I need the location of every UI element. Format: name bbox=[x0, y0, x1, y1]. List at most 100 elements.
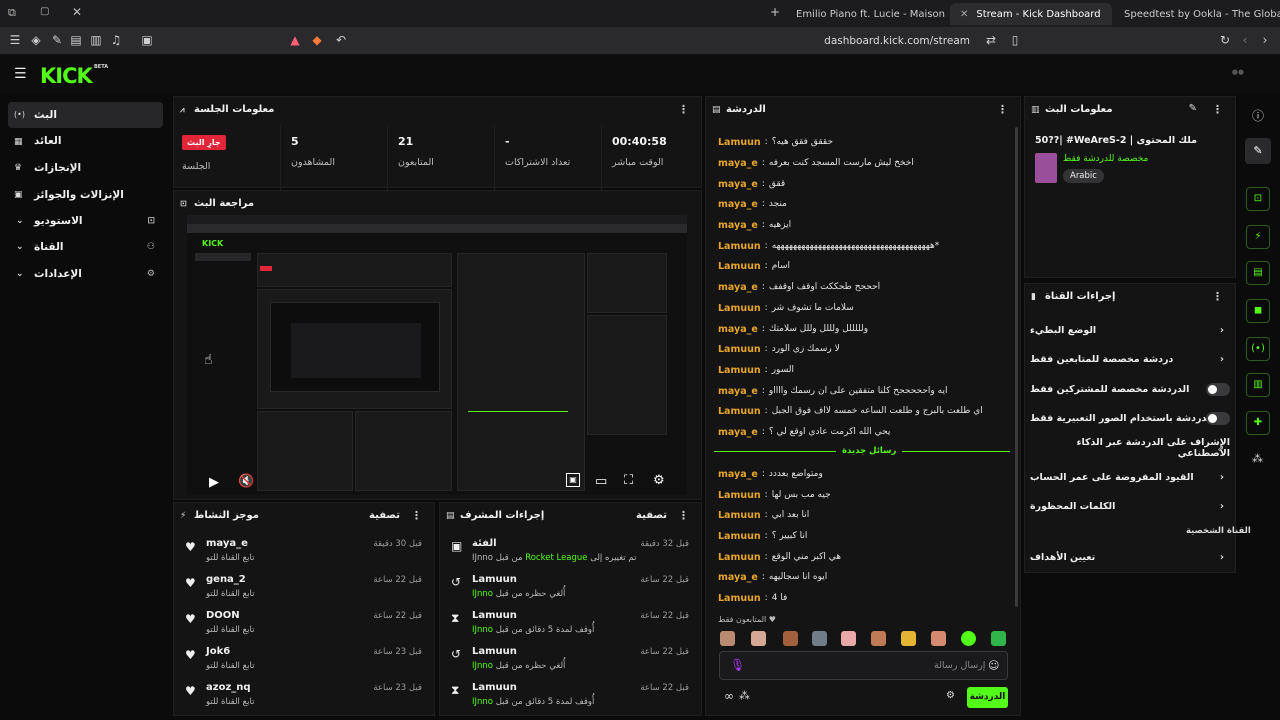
play-icon[interactable]: ▶ bbox=[209, 475, 219, 490]
tabs-icon[interactable]: ▤ bbox=[69, 33, 83, 47]
tab-youtube[interactable]: Emilio Piano ft. Lucie - Maison - YouT bbox=[786, 3, 946, 25]
microphone-icon[interactable]: 🎙 bbox=[730, 658, 745, 672]
hub-icon[interactable]: ⁂ bbox=[739, 689, 750, 702]
chat-username[interactable]: maya_e bbox=[718, 199, 758, 210]
emote-2[interactable] bbox=[751, 631, 766, 646]
chat-username[interactable]: maya_e bbox=[718, 179, 758, 190]
emoji-icon[interactable]: ☺ bbox=[988, 659, 999, 672]
account-age-row[interactable]: القيود المفروضة على عمر الحساب › bbox=[1030, 467, 1230, 487]
new-tab-icon[interactable]: + bbox=[770, 5, 780, 19]
close-tab-icon[interactable]: ✕ bbox=[960, 9, 968, 20]
slow-mode-row[interactable]: الوضع البطيء › bbox=[1030, 320, 1230, 340]
sidebar-item-settings[interactable]: ⌄ الإعدادات ⚙ bbox=[8, 261, 163, 287]
emote-6[interactable] bbox=[871, 631, 886, 646]
filter-button[interactable]: تصفية bbox=[636, 510, 667, 521]
edit-pencil-icon[interactable]: ✎ bbox=[1189, 103, 1197, 114]
mod-action-highlight[interactable]: IJnno bbox=[472, 697, 493, 707]
rail-broadcast-button[interactable]: (•) bbox=[1246, 337, 1270, 361]
chat-username[interactable]: maya_e bbox=[718, 469, 758, 480]
rail-activity-button[interactable]: ⚡ bbox=[1246, 225, 1270, 249]
more-options-icon[interactable]: ⋮ bbox=[1212, 290, 1223, 303]
chat-username[interactable]: maya_e bbox=[718, 572, 758, 583]
activity-username[interactable]: Jok6 bbox=[206, 646, 230, 657]
chat-username[interactable]: maya_e bbox=[718, 386, 758, 397]
extension-icon[interactable]: ✎ bbox=[50, 33, 64, 47]
emote-1[interactable] bbox=[720, 631, 735, 646]
settings-gear-icon[interactable]: ⚙ bbox=[653, 473, 665, 488]
chat-username[interactable]: Lamuun bbox=[718, 261, 761, 272]
subscribers-only-toggle[interactable] bbox=[1206, 382, 1230, 396]
more-options-icon[interactable]: ⋮ bbox=[678, 509, 689, 522]
stream-video-player[interactable]: KICK ▶ 🔇 ▣ ▭ ⛶ ⚙ bbox=[187, 215, 687, 495]
chat-username[interactable]: Lamuun bbox=[718, 490, 761, 501]
chat-username[interactable]: Lamuun bbox=[718, 510, 761, 521]
ai-moderation-row[interactable]: الإشراف على الدردشة عبر الذكاء الاصطناعي… bbox=[1030, 437, 1230, 459]
address-bar[interactable]: dashboard.kick.com/stream bbox=[280, 30, 1030, 51]
mod-action-highlight[interactable]: IJnno bbox=[472, 661, 493, 671]
tab-kick-dashboard[interactable]: ✕ Stream - Kick Dashboard bbox=[950, 3, 1112, 25]
emotes-only-toggle[interactable] bbox=[1206, 411, 1230, 425]
hamburger-menu-icon[interactable]: ☰ bbox=[14, 66, 27, 82]
chat-username[interactable]: Lamuun bbox=[718, 303, 761, 314]
mod-action-highlight[interactable]: Rocket League bbox=[525, 553, 587, 563]
emote-7[interactable] bbox=[901, 631, 916, 646]
chat-username[interactable]: Lamuun bbox=[718, 593, 761, 604]
chat-scrollbar[interactable] bbox=[1015, 127, 1018, 607]
theater-mode-icon[interactable]: ▭ bbox=[595, 474, 607, 489]
activity-username[interactable]: azoz_nq bbox=[206, 682, 251, 693]
emote-4[interactable] bbox=[812, 631, 827, 646]
sidebar-item-revenue[interactable]: العائد bbox=[8, 128, 163, 154]
user-avatar[interactable]: ●● bbox=[1232, 68, 1244, 76]
emote-3[interactable] bbox=[783, 631, 798, 646]
chat-username[interactable]: Lamuun bbox=[718, 344, 761, 355]
sidebar-item-stream[interactable]: البث bbox=[8, 102, 163, 128]
chat-username[interactable]: Lamuun bbox=[718, 406, 761, 417]
mod-action-title[interactable]: Lamuun bbox=[472, 682, 517, 693]
info-circle-icon[interactable]: ⓘ bbox=[1252, 107, 1264, 124]
mod-action-highlight[interactable]: IJnno bbox=[472, 625, 493, 635]
window-menu-icon[interactable]: ⧉ bbox=[8, 6, 16, 20]
forward-icon[interactable]: › bbox=[1258, 33, 1272, 47]
reader-icon[interactable]: ▣ bbox=[140, 33, 154, 47]
activity-username[interactable]: maya_e bbox=[206, 538, 248, 549]
kick-logo[interactable]: KICK bbox=[40, 64, 93, 88]
mod-action-title[interactable]: Lamuun bbox=[472, 646, 517, 657]
picture-in-picture-icon[interactable]: ▣ bbox=[566, 473, 580, 487]
reload-icon[interactable]: ↻ bbox=[1218, 33, 1232, 47]
mute-icon[interactable]: 🔇 bbox=[238, 474, 254, 489]
panel-icon[interactable]: ▥ bbox=[89, 33, 103, 47]
chat-username[interactable]: Lamuun bbox=[718, 137, 761, 148]
emote-5[interactable] bbox=[841, 631, 856, 646]
close-window-icon[interactable]: ✕ bbox=[72, 5, 82, 19]
shield-icon[interactable]: ◈ bbox=[29, 33, 43, 47]
chat-username[interactable]: Lamuun bbox=[718, 365, 761, 376]
chat-username[interactable]: maya_e bbox=[718, 220, 758, 231]
rail-preview-button[interactable]: ⊡ bbox=[1246, 187, 1270, 211]
emote-8[interactable] bbox=[931, 631, 946, 646]
rail-tools-button[interactable]: ✚ bbox=[1246, 411, 1270, 435]
set-goals-row[interactable]: تعيين الأهداف › bbox=[1030, 547, 1230, 567]
tab-speedtest[interactable]: Speedtest by Ookla - The Global Broa bbox=[1114, 3, 1280, 25]
emote-10[interactable] bbox=[991, 631, 1006, 646]
window-restore-icon[interactable]: ▢ bbox=[40, 6, 49, 17]
more-options-icon[interactable]: ⋮ bbox=[1212, 103, 1223, 116]
more-options-icon[interactable]: ⋮ bbox=[678, 103, 689, 116]
link-icon[interactable]: ⇄ bbox=[984, 33, 998, 47]
sidebar-item-achievements[interactable]: الإنجازات bbox=[8, 155, 163, 181]
send-chat-button[interactable]: الدردشة bbox=[967, 687, 1008, 708]
chat-username[interactable]: maya_e bbox=[718, 158, 758, 169]
banned-words-row[interactable]: الكلمات المحظورة › bbox=[1030, 496, 1230, 516]
fullscreen-icon[interactable]: ⛶ bbox=[624, 473, 633, 488]
stream-category[interactable]: مخصصة للدردشة فقط bbox=[1063, 154, 1148, 164]
more-options-icon[interactable]: ⋮ bbox=[997, 103, 1008, 116]
sidebar-item-channel[interactable]: ⌄ القناة ⚇ bbox=[8, 234, 163, 260]
back-icon[interactable]: ‹ bbox=[1238, 33, 1252, 47]
chat-username[interactable]: maya_e bbox=[718, 324, 758, 335]
sidebar-item-drops[interactable]: الإنزالات والجوائز bbox=[8, 182, 163, 208]
hub-icon[interactable]: ⁂ bbox=[1252, 452, 1263, 465]
bookmark-icon[interactable]: ▯ bbox=[1008, 33, 1022, 47]
chat-username[interactable]: Lamuun bbox=[718, 552, 761, 563]
rail-document-button[interactable]: ▤ bbox=[1246, 261, 1270, 285]
mod-action-highlight[interactable]: IJnno bbox=[472, 589, 493, 599]
chat-input[interactable]: 🎙 إرسال رسالة ☺ bbox=[719, 651, 1008, 680]
